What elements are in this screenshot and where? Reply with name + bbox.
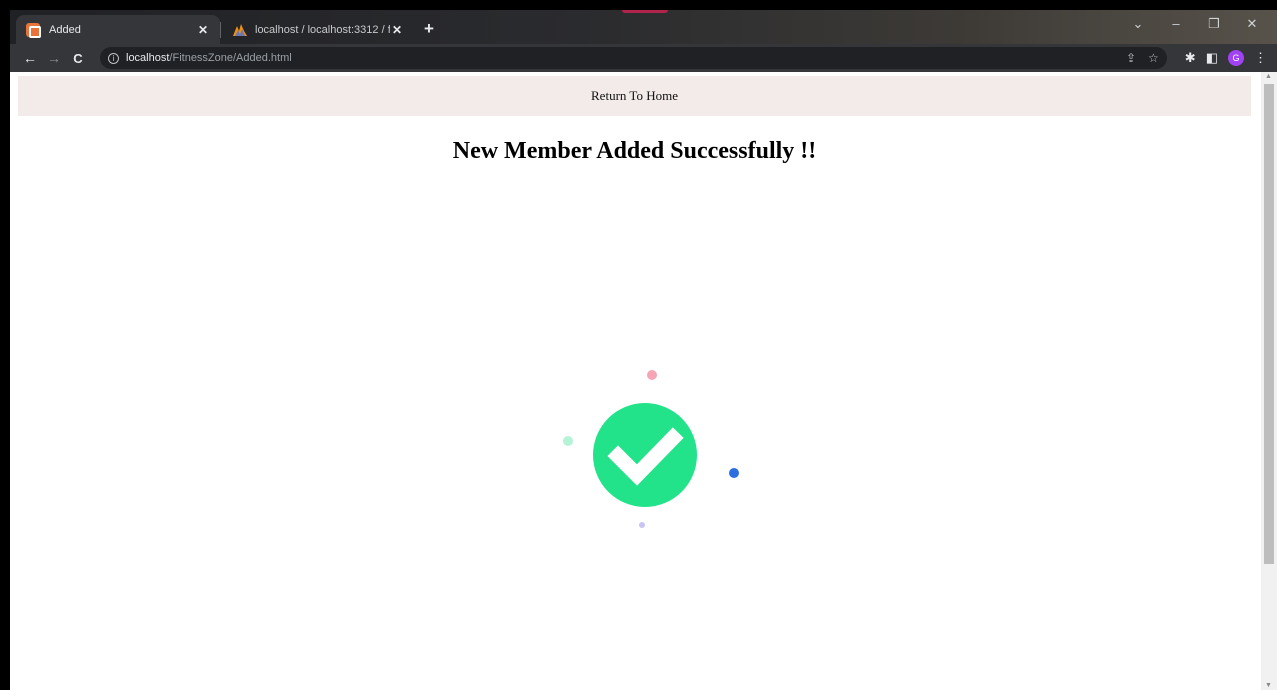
confetti-dot-blue xyxy=(729,468,739,478)
back-arrow-icon[interactable]: ← xyxy=(18,50,42,66)
site-info-icon[interactable]: i xyxy=(108,52,119,64)
confetti-dot-pink xyxy=(647,370,657,380)
minimize-icon[interactable]: – xyxy=(1157,16,1195,32)
restore-icon[interactable]: ❐ xyxy=(1195,16,1233,32)
page-viewport: Return To Home New Member Added Successf… xyxy=(10,72,1277,690)
close-window-icon[interactable]: ✕ xyxy=(1233,16,1271,32)
close-tab-icon[interactable]: ✕ xyxy=(196,23,210,37)
scroll-up-arrow-icon[interactable]: ▲ xyxy=(1265,73,1272,80)
phpmyadmin-favicon-icon xyxy=(233,23,247,36)
extensions-puzzle-icon[interactable]: ✱ xyxy=(1185,50,1196,66)
confetti-dot-mint xyxy=(563,436,573,446)
media-indicator xyxy=(622,10,668,13)
close-tab-icon[interactable]: ✕ xyxy=(390,23,404,37)
return-home-link[interactable]: Return To Home xyxy=(591,88,678,103)
tab-separator xyxy=(220,22,221,38)
browser-window: Added ✕ localhost / localhost:3312 / fit… xyxy=(10,10,1277,690)
scroll-thumb[interactable] xyxy=(1264,84,1274,564)
tab-search-icon[interactable]: ⌄ xyxy=(1119,16,1157,32)
new-tab-button[interactable]: + xyxy=(424,20,434,38)
vertical-scrollbar[interactable]: ▲ ▼ xyxy=(1261,72,1277,690)
profile-avatar[interactable]: G xyxy=(1228,50,1244,66)
tab-phpmyadmin[interactable]: localhost / localhost:3312 / fitne ✕ xyxy=(222,15,414,44)
page-title: New Member Added Successfully !! xyxy=(452,138,817,164)
check-circle-icon xyxy=(593,403,697,507)
tab-title: localhost / localhost:3312 / fitne xyxy=(255,23,390,36)
browser-toolbar: ← → C i localhost /FitnessZone/Added.htm… xyxy=(10,44,1277,72)
confetti-dot-lavender xyxy=(639,522,645,528)
site-favicon-icon xyxy=(26,22,41,38)
scroll-down-arrow-icon[interactable]: ▼ xyxy=(1265,682,1272,689)
reload-icon[interactable]: C xyxy=(66,51,90,66)
menu-kebab-icon[interactable]: ⋮ xyxy=(1254,50,1267,66)
forward-arrow-icon[interactable]: → xyxy=(42,50,66,66)
top-nav-bar: Return To Home xyxy=(18,76,1251,116)
url-path: /FitnessZone/Added.html xyxy=(169,52,292,64)
side-panel-icon[interactable]: ◧ xyxy=(1206,50,1218,66)
tab-title: Added xyxy=(49,23,81,36)
window-controls: ⌄ – ❐ ✕ xyxy=(1119,16,1271,32)
tab-added[interactable]: Added ✕ xyxy=(16,15,220,44)
url-host: localhost xyxy=(126,52,170,64)
address-bar[interactable]: i localhost /FitnessZone/Added.html ⇪ ☆ xyxy=(100,47,1167,69)
bookmark-star-icon[interactable]: ☆ xyxy=(1148,51,1159,65)
tab-strip: Added ✕ localhost / localhost:3312 / fit… xyxy=(10,10,1277,44)
share-icon[interactable]: ⇪ xyxy=(1126,51,1136,65)
success-illustration xyxy=(563,370,739,528)
